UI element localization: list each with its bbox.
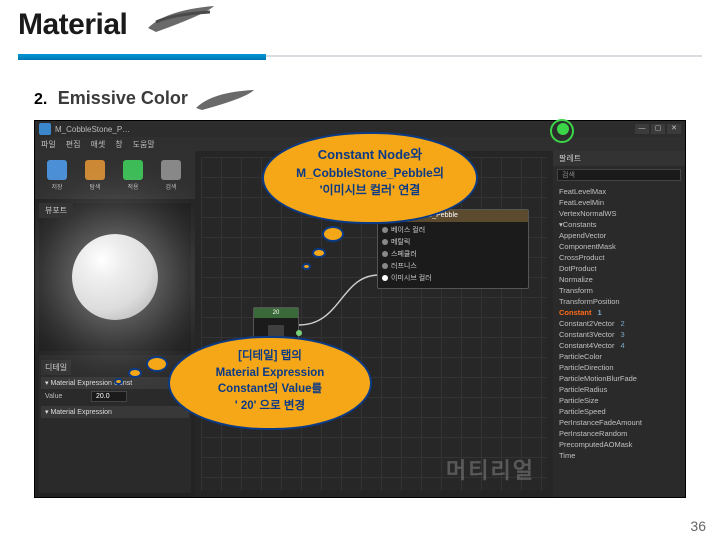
palette-item[interactable]: FeatLevelMax [557,186,681,197]
apply-icon [123,160,143,180]
window-close-button[interactable]: ✕ [667,124,681,134]
palette-item[interactable]: TransformPosition [557,296,681,307]
title-underline-gray [266,55,702,57]
green-indicator-icon [557,123,569,135]
palette-item[interactable]: Transform [557,285,681,296]
pin-emissive[interactable]: 이미시브 컬러 [382,272,524,284]
subtitle-number: 2. [34,91,47,109]
page-number: 36 [690,518,706,534]
brush-stroke-icon [146,2,218,36]
slide-subtitle-row: 2. Emissive Color [34,88,702,118]
palette-item[interactable]: AppendVector [557,230,681,241]
palette-item[interactable]: Time [557,450,681,461]
palette-item[interactable]: PerInstanceFadeAmount [557,417,681,428]
palette-item[interactable]: DotProduct [557,263,681,274]
search-icon [161,160,181,180]
toolbar-browse-button[interactable]: 탐색 [79,155,111,195]
palette-item[interactable]: FeatLevelMin [557,197,681,208]
thought-pop-icon [312,248,326,258]
palette-list[interactable]: FeatLevelMax FeatLevelMin VertexNormalWS… [553,184,685,497]
toolbar-save-button[interactable]: 저장 [41,155,73,195]
details-tab-label[interactable]: 디테일 [41,360,71,375]
palette-item[interactable]: Constant2Vector2 [557,318,681,329]
toolbar-search-button[interactable]: 검색 [155,155,187,195]
callout-body: Constant Node와 M_CobbleStone_Pebble의 '이미… [262,132,478,224]
palette-item-constant[interactable]: Constant1 [557,307,681,318]
palette-panel: 팔레트 검색 FeatLevelMax FeatLevelMin VertexN… [553,151,685,497]
thought-pop-icon [322,226,344,242]
palette-item[interactable]: Constant3Vector3 [557,329,681,340]
details-value-field[interactable]: 20.0 [91,391,127,402]
menu-file[interactable]: 파일 [41,139,56,150]
callout-bubble-value: [디테일] 탭의 Material Expression Constant의 V… [168,336,372,430]
green-highlight-circle [550,119,574,143]
pin-specular[interactable]: 스페큘러 [382,248,524,260]
details-value-row: Value 20.0 [41,389,189,404]
palette-item[interactable]: ParticleSize [557,395,681,406]
slide-title: Material [18,8,127,41]
palette-item[interactable]: Constant4Vector4 [557,340,681,351]
pin-basecolor[interactable]: 베이스 컬러 [382,224,524,236]
brush-stroke-icon [194,88,258,112]
pin-dot-icon [382,251,388,257]
browse-icon [85,160,105,180]
save-icon [47,160,67,180]
menu-help[interactable]: 도움말 [133,139,155,150]
thought-pop-icon [146,356,168,372]
palette-item[interactable]: ParticleDirection [557,362,681,373]
thought-pop-icon [128,368,142,378]
palette-item[interactable]: VertexNormalWS [557,208,681,219]
pin-metallic[interactable]: 메탈릭 [382,236,524,248]
palette-item[interactable]: ParticleMotionBlurFade [557,373,681,384]
slide-title-bar: Material [18,8,702,54]
pin-roughness[interactable]: 러프니스 [382,260,524,272]
palette-item[interactable]: Normalize [557,274,681,285]
subtitle-text: Emissive Color [58,88,188,109]
unreal-logo-icon [39,123,51,135]
menu-edit[interactable]: 편집 [66,139,81,150]
details-section-expr[interactable]: ▾ Material Expression [41,406,189,418]
window-buttons: — ▢ ✕ [635,124,681,134]
window-max-button[interactable]: ▢ [651,124,665,134]
palette-item[interactable]: ParticleColor [557,351,681,362]
toolbar-apply-button[interactable]: 적용 [117,155,149,195]
window-min-button[interactable]: — [635,124,649,134]
preview-viewport[interactable]: 뷰포트 [39,203,191,351]
menu-asset[interactable]: 애셋 [90,139,105,150]
palette-item[interactable]: CrossProduct [557,252,681,263]
preview-sphere-icon [72,234,158,320]
callout-bubble-connect: Constant Node와 M_CobbleStone_Pebble의 '이미… [262,132,478,224]
pin-dot-icon [382,239,388,245]
palette-search-input[interactable]: 검색 [557,169,681,181]
graph-watermark: 머티리얼 [446,453,535,485]
thought-pop-icon [302,263,311,270]
callout-body: [디테일] 탭의 Material Expression Constant의 V… [168,336,372,430]
thought-pop-icon [114,378,123,385]
palette-tab-label[interactable]: 팔레트 [553,151,685,166]
pin-dot-icon [382,275,388,281]
editor-left-column: 저장 탐색 적용 검색 뷰포트 디테일 ▾ Material Expressio… [35,151,195,497]
palette-item[interactable]: ParticleSpeed [557,406,681,417]
editor-toolbar: 저장 탐색 적용 검색 [35,151,195,199]
title-underline-blue [18,54,266,60]
editor-tab-title: M_CobbleStone_P… [55,125,130,134]
pin-dot-icon [382,227,388,233]
pin-dot-icon [382,263,388,269]
palette-item[interactable]: ComponentMask [557,241,681,252]
palette-item[interactable]: PrecomputedAOMask [557,439,681,450]
constant-node-header: 20 [254,308,298,318]
palette-item[interactable]: PerInstanceRandom [557,428,681,439]
material-node-pins: 베이스 컬러 메탈릭 스페큘러 러프니스 이미시브 컬러 [378,222,528,288]
callout-text: Constant Node와 M_CobbleStone_Pebble의 '이미… [282,146,458,200]
preview-tab-label: 뷰포트 [39,203,73,218]
menu-window[interactable]: 창 [115,139,122,150]
callout-text: [디테일] 탭의 Material Expression Constant의 V… [186,348,354,415]
palette-item[interactable]: ParticleRadius [557,384,681,395]
details-value-label: Value [45,393,87,400]
palette-group-constants[interactable]: ▾Constants [557,219,681,230]
